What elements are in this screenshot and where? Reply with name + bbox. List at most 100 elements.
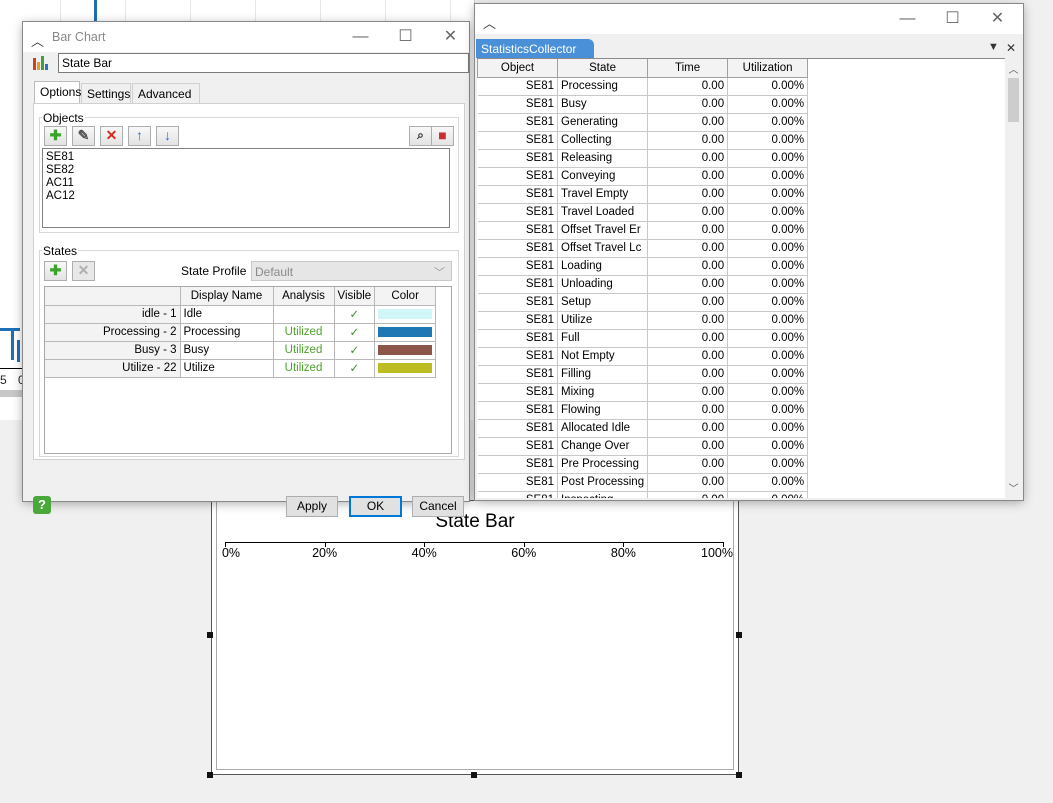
time-cell[interactable]: 0.00	[647, 95, 729, 114]
state-cell[interactable]: Flowing	[557, 401, 649, 420]
utilization-cell[interactable]: 0.00%	[727, 185, 809, 204]
table-row[interactable]: SE81 Loading 0.00 0.00%	[477, 257, 809, 276]
column-header[interactable]: Time	[647, 59, 729, 78]
color-cell[interactable]	[374, 305, 437, 324]
table-row[interactable]: SE81 Not Empty 0.00 0.00%	[477, 347, 809, 366]
utilization-cell[interactable]: 0.00%	[727, 383, 809, 402]
close-button[interactable]: ✕	[975, 4, 1020, 34]
analysis-cell[interactable]: Utilized	[273, 341, 335, 360]
table-row[interactable]: SE81 Travel Empty 0.00 0.00%	[477, 185, 809, 204]
object-cell[interactable]: SE81	[477, 473, 558, 492]
state-bar-chart-panel[interactable]: State Bar 0% 20% 40% 60% 80% 100%	[211, 500, 739, 775]
close-button[interactable]: ✕	[428, 22, 473, 52]
utilization-cell[interactable]: 0.00%	[727, 167, 809, 186]
object-cell[interactable]: SE81	[477, 257, 558, 276]
table-row[interactable]: SE81 Change Over 0.00 0.00%	[477, 437, 809, 456]
time-cell[interactable]: 0.00	[647, 383, 729, 402]
object-cell[interactable]: SE81	[477, 185, 558, 204]
move-down-button[interactable]: ↓	[156, 126, 179, 146]
resize-handle-bottom[interactable]	[471, 772, 477, 778]
time-cell[interactable]: 0.00	[647, 491, 729, 498]
table-row[interactable]: Utilize - 22 Utilize Utilized ✓	[45, 359, 437, 378]
time-cell[interactable]: 0.00	[647, 311, 729, 330]
display-name-cell[interactable]: Processing	[180, 323, 274, 342]
tab-advanced[interactable]: Advanced	[132, 83, 200, 103]
utilization-cell[interactable]: 0.00%	[727, 491, 809, 498]
state-cell[interactable]: Inspecting	[557, 491, 649, 498]
object-cell[interactable]: SE81	[477, 329, 558, 348]
utilization-cell[interactable]: 0.00%	[727, 419, 809, 438]
add-state-button[interactable]: ✚	[44, 261, 67, 281]
analysis-cell[interactable]: Utilized	[273, 359, 335, 378]
states-grid[interactable]: Display Name Analysis Visible Color idle…	[44, 286, 452, 454]
state-cell[interactable]: Travel Loaded	[557, 203, 649, 222]
list-item[interactable]: SE81	[46, 151, 446, 164]
object-cell[interactable]: SE81	[477, 113, 558, 132]
utilization-cell[interactable]: 0.00%	[727, 257, 809, 276]
object-cell[interactable]: SE81	[477, 149, 558, 168]
binoculars-icon[interactable]: ⌕	[409, 126, 432, 146]
column-header[interactable]: Utilization	[727, 59, 809, 78]
move-up-button[interactable]: ↑	[128, 126, 151, 146]
vertical-scrollbar[interactable]: ︿ ﹀	[1005, 58, 1022, 498]
table-row[interactable]: SE81 Pre Processing 0.00 0.00%	[477, 455, 809, 474]
table-row[interactable]: idle - 1 Idle ✓	[45, 305, 437, 324]
utilization-cell[interactable]: 0.00%	[727, 113, 809, 132]
objects-list[interactable]: SE81 SE82 AC11 AC12	[42, 148, 450, 228]
object-cell[interactable]: SE81	[477, 401, 558, 420]
row-header[interactable]: idle - 1	[45, 305, 181, 324]
column-header[interactable]: Visible	[334, 287, 376, 306]
apply-button[interactable]: Apply	[286, 496, 338, 517]
utilization-cell[interactable]: 0.00%	[727, 239, 809, 258]
state-cell[interactable]: Not Empty	[557, 347, 649, 366]
tab-settings[interactable]: Settings	[81, 83, 131, 103]
dropdown-arrow-icon[interactable]: ▼	[988, 41, 999, 53]
display-name-cell[interactable]: Utilize	[180, 359, 274, 378]
time-cell[interactable]: 0.00	[647, 167, 729, 186]
analysis-cell[interactable]: Utilized	[273, 323, 335, 342]
row-header[interactable]: Processing - 2	[45, 323, 181, 342]
object-cell[interactable]: SE81	[477, 419, 558, 438]
time-cell[interactable]: 0.00	[647, 329, 729, 348]
table-row[interactable]: SE81 Conveying 0.00 0.00%	[477, 167, 809, 186]
utilization-cell[interactable]: 0.00%	[727, 311, 809, 330]
object-cell[interactable]: SE81	[477, 131, 558, 150]
state-cell[interactable]: Releasing	[557, 149, 649, 168]
visible-checkmark-icon[interactable]: ✓	[334, 305, 376, 324]
row-header[interactable]: Utilize - 22	[45, 359, 181, 378]
close-tab-icon[interactable]: ✕	[1006, 41, 1016, 55]
state-profile-select[interactable]: Default ﹀	[251, 261, 452, 281]
eyedropper-icon[interactable]: ✎	[72, 126, 95, 146]
state-cell[interactable]: Generating	[557, 113, 649, 132]
bar-chart-titlebar[interactable]: ︿ Bar Chart — ☐ ✕	[23, 22, 469, 52]
table-row[interactable]: SE81 Offset Travel Lc 0.00 0.00%	[477, 239, 809, 258]
column-header[interactable]: State	[556, 59, 649, 78]
object-cell[interactable]: SE81	[477, 437, 558, 456]
state-cell[interactable]: Full	[557, 329, 649, 348]
state-cell[interactable]: Allocated Idle	[557, 419, 649, 438]
object-cell[interactable]: SE81	[477, 491, 558, 498]
resize-handle-bottom-right[interactable]	[736, 772, 742, 778]
object-cell[interactable]: SE81	[477, 203, 558, 222]
object-cell[interactable]: SE81	[477, 311, 558, 330]
maximize-button[interactable]: ☐	[930, 4, 975, 34]
object-cell[interactable]: SE81	[477, 95, 558, 114]
resize-handle-right[interactable]	[736, 632, 742, 638]
table-row[interactable]: SE81 Busy 0.00 0.00%	[477, 95, 809, 114]
color-swatch[interactable]	[378, 363, 433, 373]
color-swatch[interactable]	[378, 345, 433, 355]
state-cell[interactable]: Collecting	[557, 131, 649, 150]
utilization-cell[interactable]: 0.00%	[727, 329, 809, 348]
minimize-button[interactable]: —	[338, 22, 383, 52]
time-cell[interactable]: 0.00	[647, 113, 729, 132]
table-row[interactable]: SE81 Releasing 0.00 0.00%	[477, 149, 809, 168]
time-cell[interactable]: 0.00	[647, 419, 729, 438]
table-row[interactable]: SE81 Utilize 0.00 0.00%	[477, 311, 809, 330]
time-cell[interactable]: 0.00	[647, 203, 729, 222]
column-header[interactable]: Color	[374, 287, 437, 306]
object-cell[interactable]: SE81	[477, 239, 558, 258]
maximize-button[interactable]: ☐	[383, 22, 428, 52]
list-item[interactable]: AC12	[46, 190, 446, 203]
tab-statistics-collector[interactable]: StatisticsCollector	[476, 39, 594, 58]
table-row[interactable]: SE81 Setup 0.00 0.00%	[477, 293, 809, 312]
